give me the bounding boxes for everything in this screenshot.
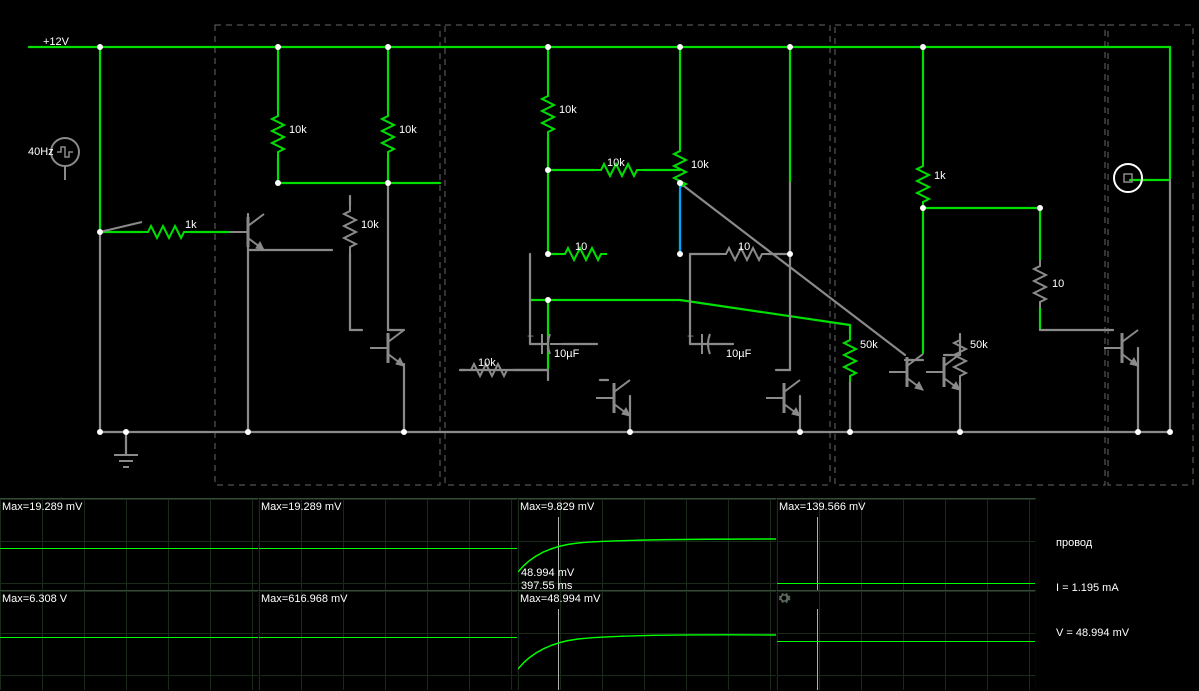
- wires-hi: [29, 47, 1170, 370]
- probe-voltage: V = 48.994 mV: [1056, 626, 1129, 641]
- resistor-r9[interactable]: [720, 248, 768, 260]
- scope-2[interactable]: Max=19.289 mV: [259, 498, 518, 590]
- resistor-r6[interactable]: [595, 164, 643, 176]
- npn-q2[interactable]: [370, 330, 404, 366]
- scope-1[interactable]: Max=19.289 mV: [0, 498, 259, 590]
- resistor-r14[interactable]: [1034, 260, 1046, 308]
- junction-dots: [97, 44, 1173, 435]
- npn-q7[interactable]: [1104, 330, 1138, 366]
- npn-q4[interactable]: [766, 380, 800, 416]
- scope-5-max: Max=6.308 V: [2, 593, 67, 605]
- schematic-canvas[interactable]: + +: [0, 0, 1199, 495]
- ground-symbol: [114, 455, 138, 467]
- scope-7-max: Max=48.994 mV: [520, 593, 600, 605]
- scope-7[interactable]: Max=48.994 mV: [518, 590, 777, 690]
- gear-icon[interactable]: [777, 591, 791, 605]
- scope-3[interactable]: Max=9.829 mV 48.994 mV 397.55 ms: [518, 498, 777, 590]
- switch-arm[interactable]: [100, 222, 142, 232]
- resistor-r2[interactable]: [272, 110, 284, 158]
- probe-readout: провод I = 1.195 mA V = 48.994 mV: [1056, 506, 1129, 656]
- probe-current: I = 1.195 mA: [1056, 581, 1129, 596]
- resistor-r3[interactable]: [382, 110, 394, 158]
- npn-q3[interactable]: [596, 380, 630, 416]
- scope-6[interactable]: Max=616.968 mV: [259, 590, 518, 690]
- npn-q1[interactable]: [230, 214, 264, 250]
- scope-1-max: Max=19.289 mV: [2, 501, 82, 513]
- scope-4[interactable]: Max=139.566 mV: [777, 498, 1036, 590]
- wires-lo: [100, 180, 1170, 455]
- circuit-simulator[interactable]: + + +12: [0, 0, 1199, 691]
- scope-probe[interactable]: [1114, 164, 1142, 192]
- resistor-r4[interactable]: [344, 205, 356, 253]
- svg-text:+: +: [687, 329, 694, 343]
- scope-2-max: Max=19.289 mV: [261, 501, 341, 513]
- scope-4-max: Max=139.566 mV: [779, 501, 866, 513]
- scope-3-max: Max=9.829 mV: [520, 501, 594, 513]
- svg-text:+: +: [527, 329, 534, 343]
- npn-q6[interactable]: [926, 354, 960, 390]
- resistor-r11[interactable]: [844, 334, 856, 382]
- scope-8[interactable]: [777, 590, 1036, 690]
- resistor-r8[interactable]: [559, 248, 607, 260]
- scope-5[interactable]: Max=6.308 V: [0, 590, 259, 690]
- square-wave-icon: [57, 147, 73, 157]
- resistor-r1[interactable]: [142, 226, 190, 238]
- resistor-r13[interactable]: [917, 160, 929, 208]
- resistor-r5[interactable]: [542, 90, 554, 138]
- scope-6-max: Max=616.968 mV: [261, 593, 348, 605]
- probe-name: провод: [1056, 536, 1129, 551]
